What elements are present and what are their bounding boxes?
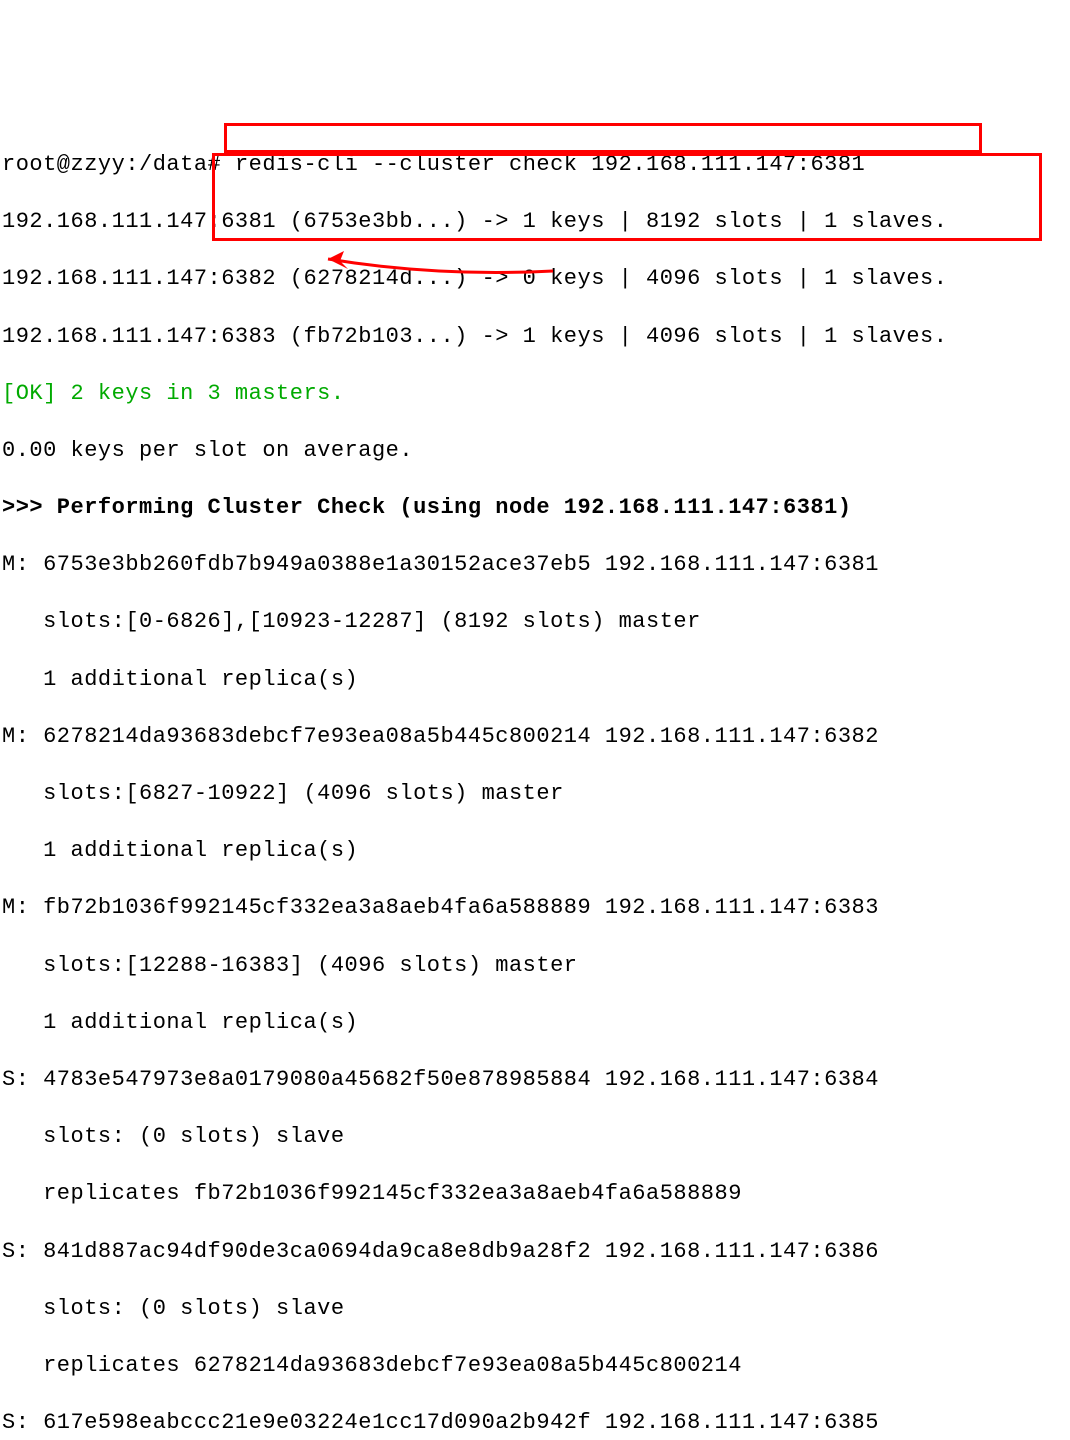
check-header: >>> Performing Cluster Check (using node… <box>2 494 1062 523</box>
node-m3-l1: M: fb72b1036f992145cf332ea3a8aeb4fa6a588… <box>2 894 1062 923</box>
summary-line-2: 192.168.111.147:6382 (6278214d...) -> 0 … <box>2 265 1062 294</box>
summary-line-3: 192.168.111.147:6383 (fb72b103...) -> 1 … <box>2 323 1062 352</box>
node-s1-l1: S: 4783e547973e8a0179080a45682f50e878985… <box>2 1066 1062 1095</box>
prompt-line: root@zzyy:/data# redis-cli --cluster che… <box>2 151 1062 180</box>
node-m1-l1: M: 6753e3bb260fdb7b949a0388e1a30152ace37… <box>2 551 1062 580</box>
node-s1-l2: slots: (0 slots) slave <box>2 1123 1062 1152</box>
node-m3-l3: 1 additional replica(s) <box>2 1009 1062 1038</box>
node-m3-l2: slots:[12288-16383] (4096 slots) master <box>2 952 1062 981</box>
prompt-user: root@zzyy <box>2 152 125 177</box>
node-s2-l2: slots: (0 slots) slave <box>2 1295 1062 1324</box>
node-m2-l3: 1 additional replica(s) <box>2 837 1062 866</box>
node-s2-l3: replicates 6278214da93683debcf7e93ea08a5… <box>2 1352 1062 1381</box>
node-m2-l1: M: 6278214da93683debcf7e93ea08a5b445c800… <box>2 723 1062 752</box>
prompt-path: :/data# <box>125 152 235 177</box>
summary-line-1: 192.168.111.147:6381 (6753e3bb...) -> 1 … <box>2 208 1062 237</box>
avg-line: 0.00 keys per slot on average. <box>2 437 1062 466</box>
node-m1-l2: slots:[0-6826],[10923-12287] (8192 slots… <box>2 608 1062 637</box>
node-s3-l1: S: 617e598eabccc21e9e03224e1cc17d090a2b9… <box>2 1409 1062 1438</box>
ok-line: [OK] 2 keys in 3 masters. <box>2 380 1062 409</box>
node-m1-l3: 1 additional replica(s) <box>2 666 1062 695</box>
node-s2-l1: S: 841d887ac94df90de3ca0694da9ca8e8db9a2… <box>2 1238 1062 1267</box>
node-s1-l3: replicates fb72b1036f992145cf332ea3a8aeb… <box>2 1180 1062 1209</box>
highlight-box-command <box>224 123 982 153</box>
command-text: redis-cli --cluster check 192.168.111.14… <box>235 152 865 177</box>
node-m2-l2: slots:[6827-10922] (4096 slots) master <box>2 780 1062 809</box>
terminal-output: root@zzyy:/data# redis-cli --cluster che… <box>0 114 1070 1440</box>
